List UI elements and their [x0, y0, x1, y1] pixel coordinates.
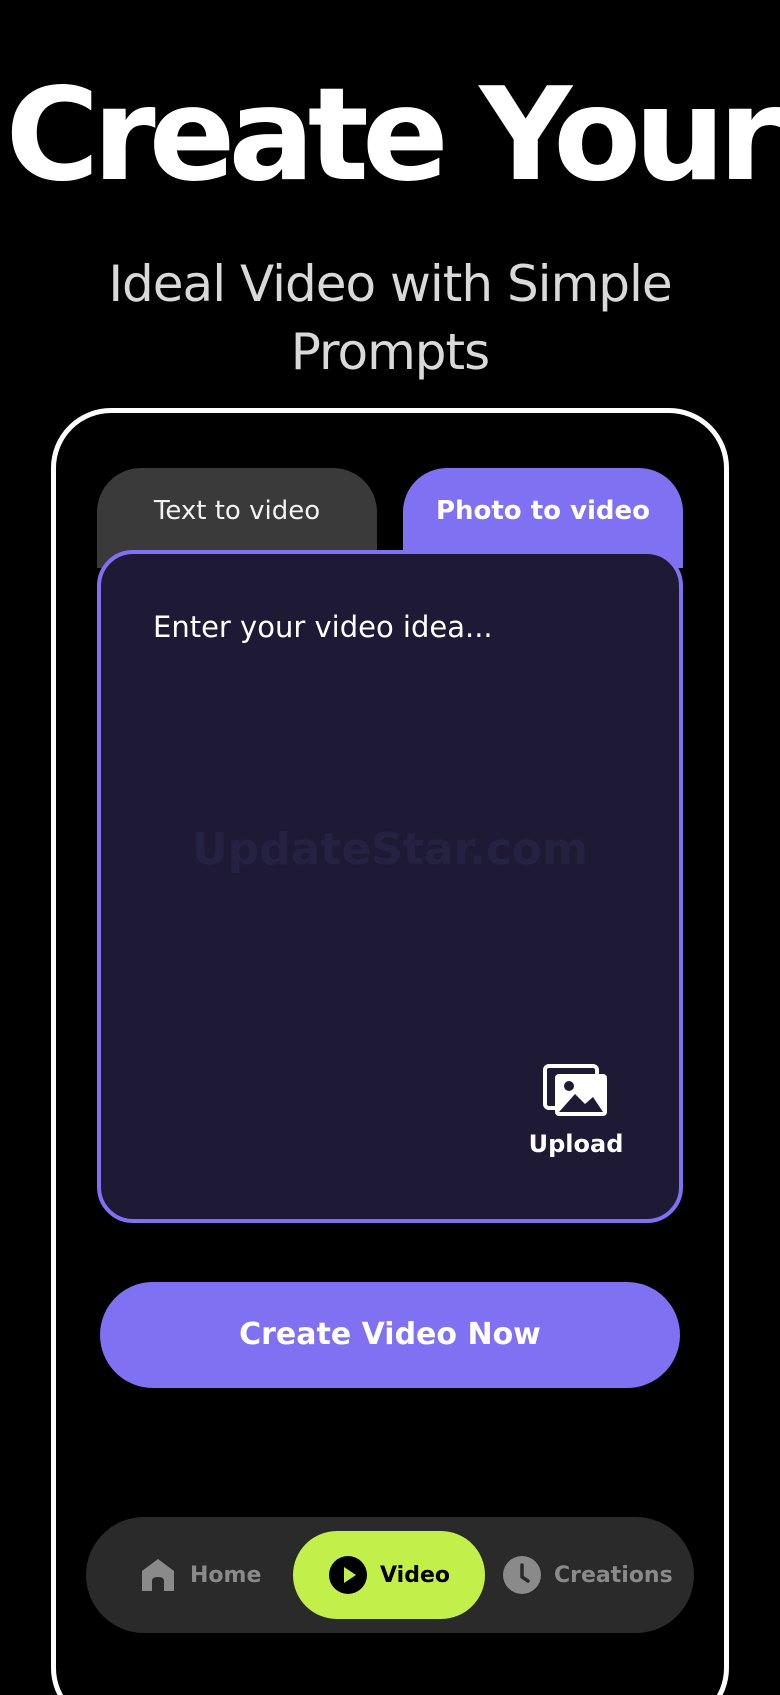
clock-icon: [503, 1556, 541, 1594]
nav-item-label: Home: [190, 1562, 262, 1588]
upload-button[interactable]: Upload: [516, 1064, 636, 1158]
nav-item-label: Creations: [554, 1562, 673, 1588]
nav-item-label: Video: [380, 1562, 450, 1588]
upload-label: Upload: [528, 1130, 624, 1158]
watermark: UpdateStar.com: [192, 824, 588, 875]
prompt-input-area[interactable]: Enter your video idea... UpdateStar.com …: [97, 550, 683, 1223]
bottom-nav: Home Video Creations: [86, 1517, 694, 1633]
play-icon: [329, 1556, 368, 1594]
nav-item-creations[interactable]: Creations: [502, 1531, 673, 1619]
image-icon: [543, 1064, 607, 1116]
nav-item-home[interactable]: Home: [138, 1531, 261, 1619]
hero-title: Create Your: [5, 61, 780, 210]
hero-subtitle: Ideal Video with Simple Prompts: [108, 255, 672, 381]
nav-item-video[interactable]: Video: [293, 1531, 485, 1619]
prompt-placeholder: Enter your video idea...: [153, 610, 493, 644]
app-screen: Create Your Ideal Video with Simple Prom…: [0, 0, 780, 1695]
home-icon: [142, 1559, 174, 1591]
create-video-button[interactable]: Create Video Now: [100, 1282, 680, 1388]
